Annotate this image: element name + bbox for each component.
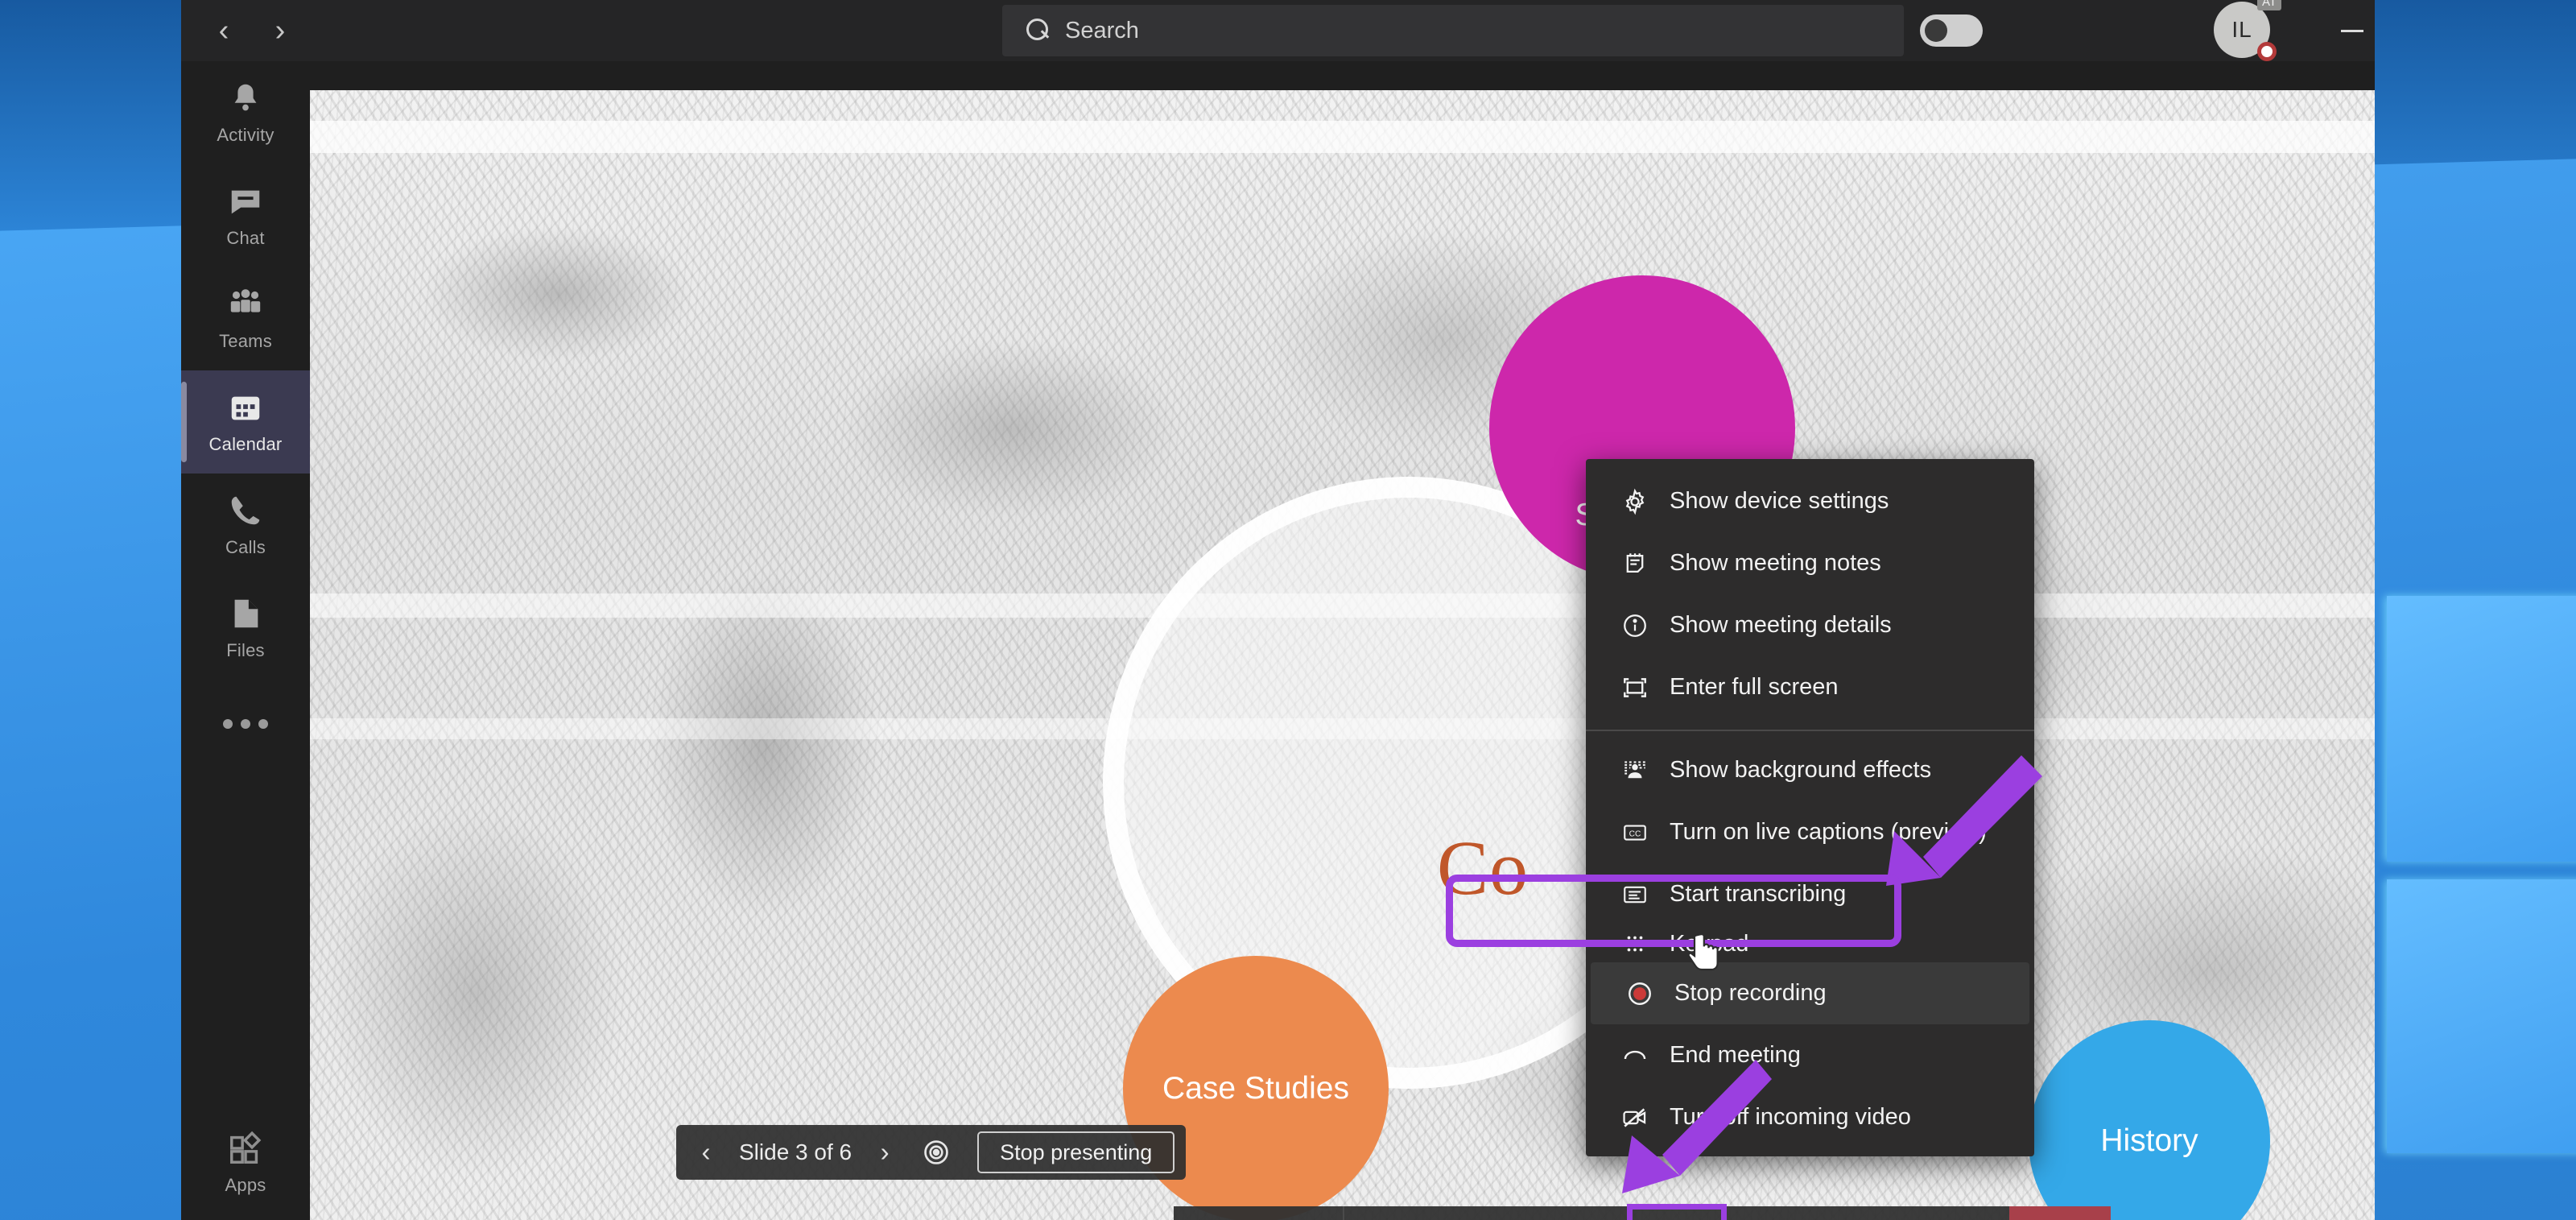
share-screen-button[interactable] — [1534, 1206, 1629, 1220]
teams-icon — [230, 289, 261, 312]
info-icon — [1620, 610, 1650, 641]
menu-item-enter-full-screen[interactable]: Enter full screen — [1586, 656, 2034, 718]
meeting-stage: Co Strengths Case Studies History ‹ Slid… — [310, 90, 2375, 1220]
slide-bubble-label: History — [2100, 1123, 2198, 1158]
private-view-button[interactable] — [918, 1134, 955, 1171]
sidebar-label-calendar: Calendar — [208, 434, 283, 454]
hang-up-button[interactable] — [2009, 1206, 2112, 1220]
background-effects-icon — [1620, 755, 1650, 786]
mouse-cursor — [1687, 933, 1719, 971]
presentation-control-bar: ‹ Slide 3 of 6 › Stop presenting — [676, 1125, 1187, 1180]
menu-item-stop-recording[interactable]: Stop recording — [1591, 962, 2029, 1024]
sidebar-item-calls[interactable]: Calls — [181, 474, 310, 577]
phone-icon — [231, 496, 260, 525]
gear-icon — [1620, 486, 1650, 517]
chat-icon — [231, 190, 260, 214]
files-icon — [234, 599, 258, 628]
sidebar-item-files[interactable]: Files — [181, 577, 310, 680]
sidebar-item-activity[interactable]: Activity — [181, 61, 310, 164]
notes-icon — [1620, 548, 1650, 579]
sidebar-label-chat: Chat — [226, 228, 265, 248]
sidebar-item-teams[interactable]: Teams — [181, 267, 310, 370]
more-options-button[interactable] — [1627, 1204, 1728, 1220]
sidebar-item-calendar[interactable]: Calendar — [181, 370, 310, 474]
menu-item-show-meeting-notes[interactable]: Show meeting notes — [1586, 532, 2034, 594]
sidebar-item-apps[interactable]: Apps — [181, 1115, 310, 1220]
sidebar-item-chat[interactable]: Chat — [181, 164, 310, 267]
search-icon — [1026, 19, 1051, 43]
title-bar: ‹ › Search IL AT ✕ — [181, 0, 2375, 61]
raise-hand-button[interactable] — [1724, 1206, 1819, 1220]
minimize-button[interactable] — [2314, 0, 2375, 61]
hangup-icon — [1620, 1040, 1650, 1071]
menu-item-label: Show background effects — [1670, 757, 1932, 783]
ellipsis-icon — [223, 719, 233, 729]
teams-window: ‹ › Search IL AT ✕ Activity — [181, 0, 2375, 1220]
camera-off-icon — [1620, 1102, 1650, 1133]
fullscreen-icon — [1620, 672, 1650, 703]
svg-text:CC: CC — [1629, 829, 1641, 838]
camera-off-button[interactable] — [1344, 1206, 1439, 1220]
calendar-icon — [231, 396, 260, 420]
menu-item-label: Show meeting notes — [1670, 550, 1881, 576]
menu-item-show-meeting-details[interactable]: Show meeting details — [1586, 594, 2034, 656]
slide-counter: Slide 3 of 6 — [739, 1139, 852, 1164]
sidebar-label-apps: Apps — [225, 1175, 266, 1195]
menu-item-label: Turn on live captions (preview) — [1670, 819, 1987, 845]
menu-item-show-device-settings[interactable]: Show device settings — [1586, 470, 2034, 532]
overflow-menu: Show device settings Show meeting notes — [1586, 459, 2034, 1156]
menu-item-label: Turn off incoming video — [1670, 1104, 1911, 1130]
show-participants-button[interactable] — [1914, 1206, 2009, 1220]
menu-item-label: Show device settings — [1670, 488, 1889, 514]
meeting-toolbar: 02:07 — [1174, 1204, 2112, 1220]
menu-item-turn-on-live-captions[interactable]: CC Turn on live captions (preview) — [1586, 801, 2034, 863]
menu-item-label: Enter full screen — [1670, 674, 1839, 700]
cc-icon: CC — [1620, 817, 1650, 848]
search-input[interactable]: Search — [1002, 5, 1904, 56]
bell-icon — [234, 84, 257, 111]
previous-slide-button[interactable]: ‹ — [687, 1134, 724, 1171]
apps-icon — [230, 1131, 262, 1164]
avatar-badge: AT — [2256, 0, 2281, 10]
theme-toggle[interactable] — [1920, 14, 1983, 47]
chat-button[interactable] — [1819, 1206, 1914, 1220]
forward-button[interactable]: › — [262, 12, 299, 49]
presence-indicator — [2257, 42, 2277, 61]
mic-off-button[interactable] — [1439, 1206, 1534, 1220]
next-slide-button[interactable]: › — [866, 1134, 903, 1171]
record-dot-icon — [1624, 978, 1655, 1009]
stop-presenting-button[interactable]: Stop presenting — [977, 1131, 1175, 1173]
stop-recording-highlight-box — [1446, 875, 1901, 947]
app-rail: Activity Chat Teams Calendar Calls Files… — [181, 61, 310, 1220]
nav-arrows: ‹ › — [205, 12, 299, 49]
slide-bubble-case-studies: Case Studies — [1123, 956, 1389, 1220]
sidebar-label-calls: Calls — [225, 537, 266, 557]
menu-item-label: End meeting — [1670, 1042, 1801, 1068]
avatar[interactable]: IL AT — [2214, 0, 2281, 61]
menu-item-turn-off-incoming-video[interactable]: Turn off incoming video — [1586, 1086, 2034, 1148]
menu-item-show-background-effects[interactable]: Show background effects — [1586, 739, 2034, 801]
eye-icon — [924, 1140, 948, 1164]
sidebar-label-files: Files — [226, 640, 265, 660]
sidebar-more-button[interactable] — [181, 680, 310, 768]
menu-separator — [1586, 730, 2034, 731]
sidebar-label-activity: Activity — [217, 125, 275, 145]
recording-indicator: 02:07 — [1174, 1206, 1345, 1220]
sidebar-label-teams: Teams — [219, 331, 272, 351]
photo-shelf-top — [310, 121, 2375, 153]
search-placeholder: Search — [1065, 17, 1139, 43]
toggle-knob — [1925, 19, 1947, 42]
menu-item-end-meeting[interactable]: End meeting — [1586, 1024, 2034, 1086]
menu-item-label: Show meeting details — [1670, 612, 1892, 638]
slide-bubble-label: Case Studies — [1162, 1071, 1349, 1106]
menu-item-label: Stop recording — [1674, 980, 1827, 1006]
back-button[interactable]: ‹ — [205, 12, 242, 49]
